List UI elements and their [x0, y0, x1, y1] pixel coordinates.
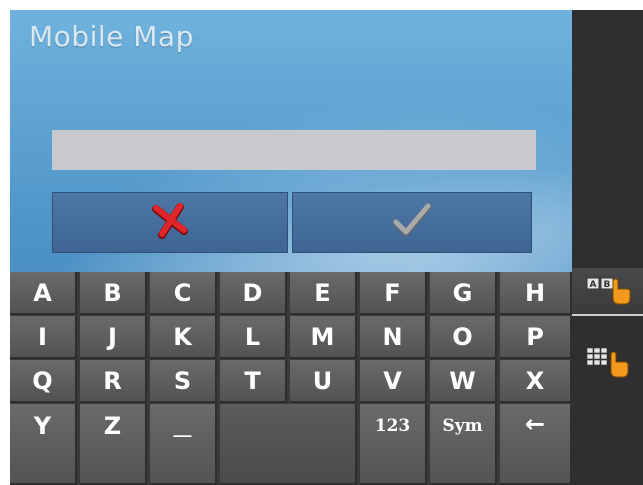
- check-icon: [390, 201, 434, 245]
- numbers-key[interactable]: 123: [360, 404, 427, 485]
- symbols-key[interactable]: Sym: [430, 404, 497, 485]
- key[interactable]: E: [290, 272, 357, 315]
- key[interactable]: G: [430, 272, 497, 315]
- key[interactable]: H: [500, 272, 572, 315]
- key[interactable]: L: [220, 316, 287, 359]
- abc-keyboard-button[interactable]: A B: [572, 268, 643, 316]
- key[interactable]: A: [10, 272, 77, 315]
- key[interactable]: W: [430, 360, 497, 403]
- key[interactable]: V: [360, 360, 427, 403]
- numeric-keypad-icon: [585, 345, 631, 383]
- cancel-button[interactable]: [52, 192, 288, 253]
- search-input[interactable]: [52, 130, 536, 170]
- numeric-keypad-button[interactable]: [572, 340, 643, 388]
- x-icon: [150, 201, 190, 245]
- key[interactable]: P: [500, 316, 572, 359]
- backspace-key[interactable]: ←: [500, 404, 572, 485]
- space-bar[interactable]: [220, 404, 357, 485]
- key[interactable]: C: [150, 272, 217, 315]
- key[interactable]: N: [360, 316, 427, 359]
- svg-text:A: A: [589, 280, 596, 290]
- key[interactable]: T: [220, 360, 287, 403]
- key[interactable]: K: [150, 316, 217, 359]
- main-panel: Mobile Map A B C D E F G H I J K L M N O…: [10, 10, 572, 485]
- key[interactable]: I: [10, 316, 77, 359]
- space-key[interactable]: __: [150, 404, 217, 485]
- svg-text:B: B: [603, 280, 610, 290]
- key[interactable]: Q: [10, 360, 77, 403]
- key[interactable]: R: [80, 360, 147, 403]
- key[interactable]: O: [430, 316, 497, 359]
- space-key-label: __: [173, 417, 192, 438]
- on-screen-keyboard: A B C D E F G H I J K L M N O P Q R S T …: [10, 272, 572, 485]
- app-title: Mobile Map: [29, 20, 194, 53]
- key[interactable]: Z: [80, 404, 147, 485]
- key[interactable]: S: [150, 360, 217, 403]
- key[interactable]: D: [220, 272, 287, 315]
- abc-keyboard-icon: A B: [585, 272, 631, 310]
- side-panel: A B: [572, 10, 643, 485]
- key[interactable]: U: [290, 360, 357, 403]
- confirm-button[interactable]: [292, 192, 532, 253]
- key[interactable]: M: [290, 316, 357, 359]
- key[interactable]: J: [80, 316, 147, 359]
- key[interactable]: Y: [10, 404, 77, 485]
- key[interactable]: F: [360, 272, 427, 315]
- screen: Mobile Map A B C D E F G H I J K L M N O…: [10, 10, 643, 485]
- key[interactable]: X: [500, 360, 572, 403]
- key[interactable]: B: [80, 272, 147, 315]
